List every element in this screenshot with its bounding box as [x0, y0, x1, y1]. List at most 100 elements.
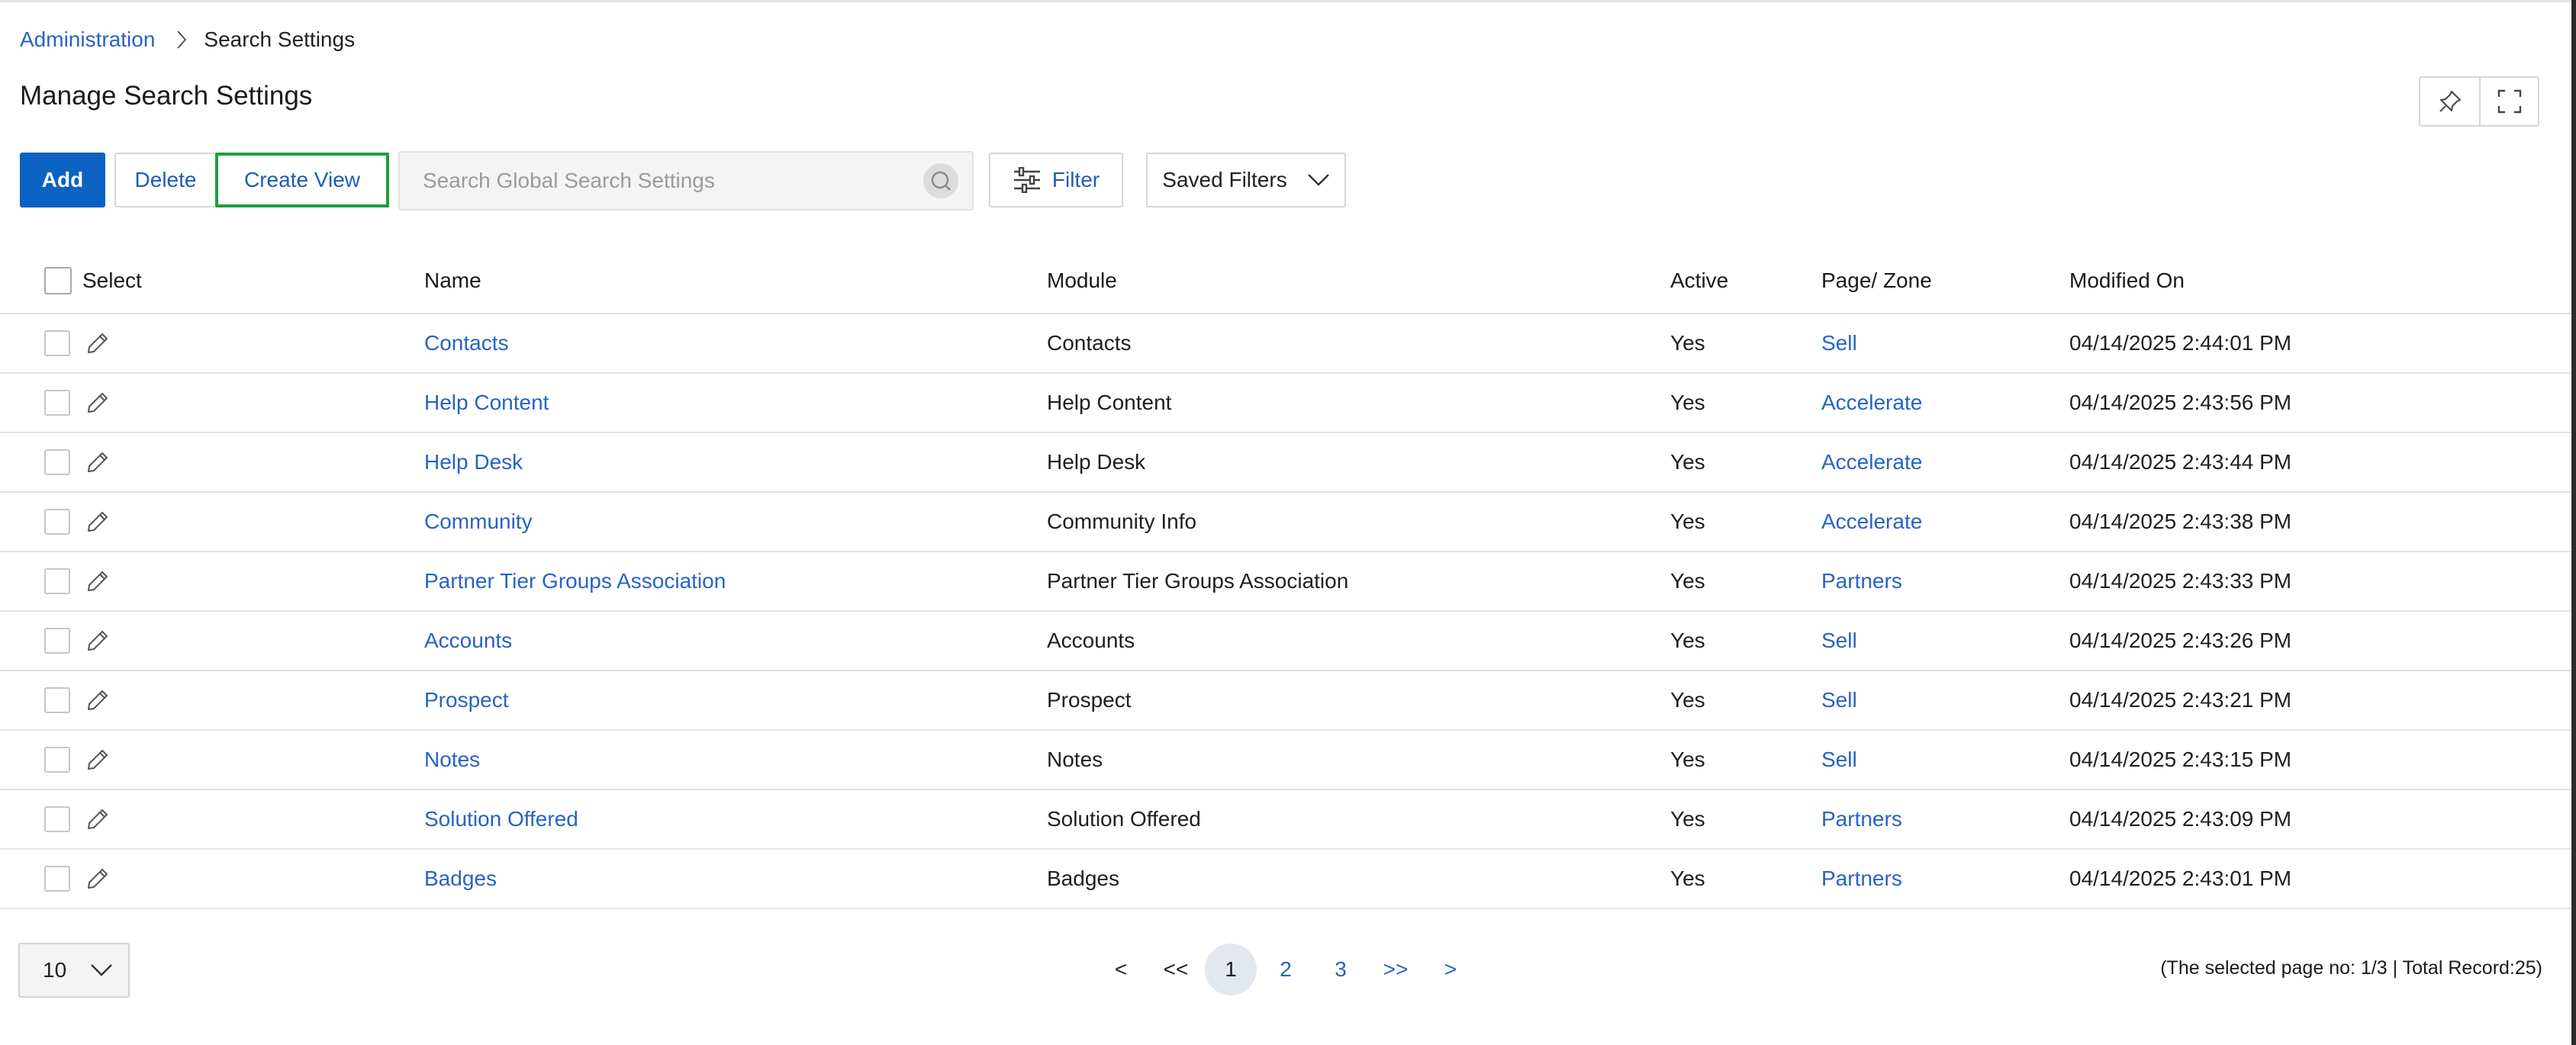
row-checkbox[interactable] — [44, 687, 70, 713]
row-checkbox[interactable] — [44, 628, 70, 654]
header-module[interactable]: Module — [1047, 249, 1117, 313]
header-page-zone[interactable]: Page/ Zone — [1821, 249, 1932, 313]
row-active: Yes — [1670, 688, 1705, 712]
page-size-value: 10 — [43, 958, 67, 982]
row-checkbox[interactable] — [44, 866, 70, 892]
row-checkbox[interactable] — [44, 806, 70, 832]
row-modified-on: 04/14/2025 2:44:01 PM — [2069, 331, 2292, 355]
delete-button[interactable]: Delete — [114, 153, 217, 207]
row-name-link[interactable]: Help Content — [424, 374, 549, 432]
row-modified-on: 04/14/2025 2:43:56 PM — [2069, 391, 2292, 414]
pencil-icon[interactable] — [85, 688, 110, 712]
row-page-zone-link[interactable]: Sell — [1821, 612, 1857, 670]
row-active: Yes — [1670, 867, 1705, 890]
table-row: Contacts Contacts Yes Sell 04/14/2025 2:44:0… — [0, 314, 2571, 374]
pin-button[interactable] — [2420, 78, 2479, 125]
row-name-link[interactable]: Solution Offered — [424, 790, 578, 848]
row-name-link[interactable]: Notes — [424, 731, 480, 789]
row-page-zone-link[interactable]: Partners — [1821, 552, 1902, 610]
pencil-icon[interactable] — [85, 331, 110, 355]
header-modified-on[interactable]: Modified On — [2069, 249, 2185, 313]
page-size-select[interactable]: 10 — [18, 943, 130, 998]
row-page-zone-link[interactable]: Sell — [1821, 314, 1857, 372]
row-modified-on: 04/14/2025 2:43:26 PM — [2069, 629, 2292, 652]
row-page-zone-link[interactable]: Sell — [1821, 731, 1857, 789]
fullscreen-icon — [2497, 89, 2522, 114]
table-row: Help Desk Help Desk Yes Accelerate 04/14/202… — [0, 433, 2571, 493]
row-select-cell — [44, 850, 110, 908]
row-checkbox[interactable] — [44, 509, 70, 535]
row-module: Help Content — [1047, 391, 1172, 414]
row-name-link[interactable]: Accounts — [424, 612, 512, 670]
row-name-link[interactable]: Badges — [424, 850, 497, 908]
row-page-zone-link[interactable]: Accelerate — [1821, 374, 1922, 432]
row-page-zone-link[interactable]: Partners — [1821, 850, 1902, 908]
table-row: Accounts Accounts Yes Sell 04/14/2025 2:43:2… — [0, 612, 2571, 671]
pencil-icon[interactable] — [85, 807, 110, 831]
row-module: Notes — [1047, 748, 1103, 771]
page-3-button[interactable]: 3 — [1315, 944, 1367, 995]
pencil-icon[interactable] — [85, 450, 110, 474]
row-name-link[interactable]: Prospect — [424, 671, 509, 729]
row-name-link[interactable]: Partner Tier Groups Association — [424, 552, 726, 610]
chevron-right-icon — [176, 30, 187, 50]
row-checkbox[interactable] — [44, 568, 70, 594]
table-row: Partner Tier Groups Association Partner T… — [0, 552, 2571, 612]
row-page-zone-link[interactable]: Accelerate — [1821, 433, 1922, 491]
pencil-icon[interactable] — [85, 569, 110, 593]
window-edge — [2571, 0, 2576, 1045]
row-checkbox[interactable] — [44, 390, 70, 416]
page-1-button[interactable]: 1 — [1205, 944, 1257, 995]
pencil-icon[interactable] — [85, 748, 110, 772]
pagination: < << 1 2 3 >> > — [1095, 943, 1480, 996]
add-button[interactable]: Add — [20, 153, 105, 207]
row-checkbox[interactable] — [44, 747, 70, 773]
row-checkbox[interactable] — [44, 449, 70, 475]
row-name-link[interactable]: Help Desk — [424, 433, 523, 491]
row-page-zone-link[interactable]: Sell — [1821, 671, 1857, 729]
search-input[interactable] — [400, 153, 919, 209]
view-controls — [2419, 76, 2539, 127]
pencil-icon[interactable] — [85, 391, 110, 415]
table-row: Help Content Help Content Yes Accelerate 04/… — [0, 374, 2571, 433]
row-select-cell — [44, 314, 110, 372]
row-active: Yes — [1670, 331, 1705, 355]
prev-page-button[interactable]: < — [1095, 944, 1147, 995]
row-name-link[interactable]: Contacts — [424, 314, 509, 372]
row-active: Yes — [1670, 391, 1705, 414]
row-modified-on: 04/14/2025 2:43:44 PM — [2069, 450, 2292, 474]
pencil-icon[interactable] — [85, 629, 110, 653]
fullscreen-button[interactable] — [2479, 78, 2538, 125]
row-select-cell — [44, 612, 110, 670]
row-modified-on: 04/14/2025 2:43:21 PM — [2069, 688, 2292, 712]
next-page-button[interactable]: > — [1425, 944, 1476, 995]
breadcrumb-administration-link[interactable]: Administration — [20, 27, 155, 52]
table-row: Notes Notes Yes Sell 04/14/2025 2:43:15 PM — [0, 731, 2571, 790]
row-page-zone-link[interactable]: Accelerate — [1821, 493, 1922, 551]
pencil-icon[interactable] — [85, 867, 110, 891]
chevron-down-icon — [1307, 173, 1330, 187]
last-page-button[interactable]: >> — [1370, 944, 1422, 995]
pencil-icon[interactable] — [85, 510, 110, 534]
table-row: Badges Badges Yes Partners 04/14/2025 2:43:0… — [0, 850, 2571, 909]
table-row: Solution Offered Solution Offered Yes Partn… — [0, 790, 2571, 850]
select-all-checkbox[interactable] — [44, 267, 72, 294]
row-page-zone-link[interactable]: Partners — [1821, 790, 1902, 848]
row-modified-on: 04/14/2025 2:43:38 PM — [2069, 510, 2292, 533]
row-checkbox[interactable] — [44, 330, 70, 356]
pin-icon — [2437, 88, 2463, 114]
row-active: Yes — [1670, 510, 1705, 533]
header-active[interactable]: Active — [1670, 249, 1728, 313]
create-view-button[interactable]: Create View — [215, 153, 389, 207]
row-modified-on: 04/14/2025 2:43:33 PM — [2069, 569, 2292, 593]
row-active: Yes — [1670, 569, 1705, 593]
first-page-button[interactable]: << — [1150, 944, 1202, 995]
row-name-link[interactable]: Community — [424, 493, 533, 551]
header-name[interactable]: Name — [424, 249, 481, 313]
saved-filters-dropdown[interactable]: Saved Filters — [1146, 153, 1346, 207]
filter-button[interactable]: Filter — [989, 153, 1123, 207]
row-module: Accounts — [1047, 629, 1135, 652]
header-select-label: Select — [82, 268, 142, 292]
page-2-button[interactable]: 2 — [1260, 944, 1312, 995]
search-button[interactable] — [923, 163, 958, 198]
